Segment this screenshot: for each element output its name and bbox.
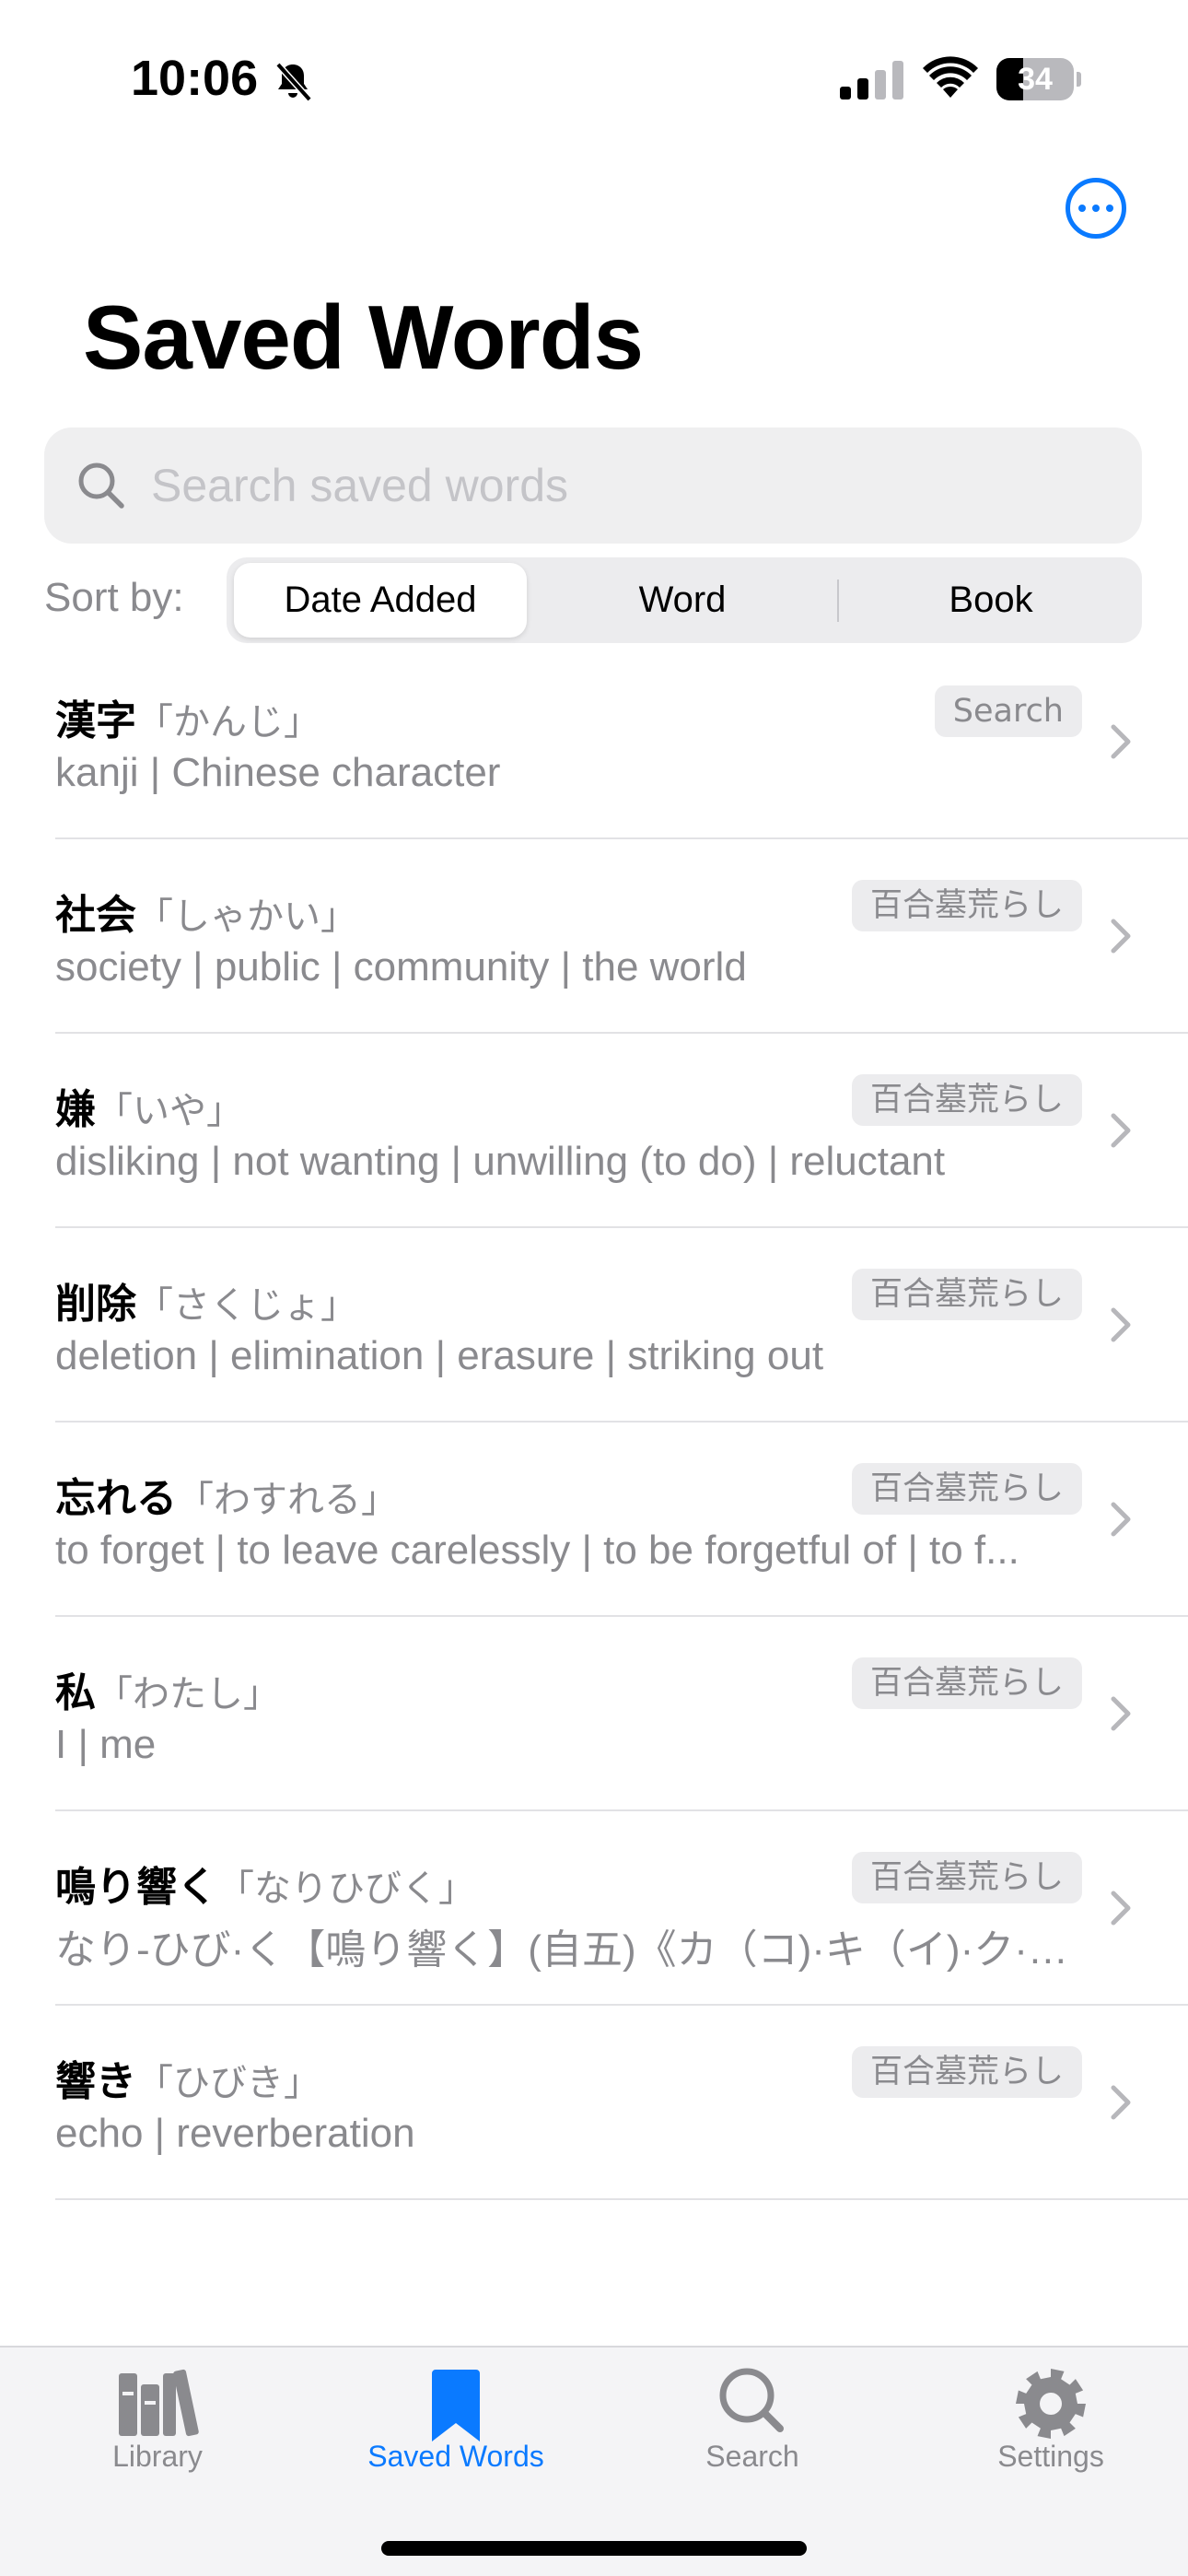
chevron-right-icon [1111,1307,1131,1342]
word-definition: society | public | community | the world [55,944,747,989]
word-heading: 鳴り響く「なりひびく」 [55,1854,475,1913]
chevron-right-icon [1111,1113,1131,1148]
word-reading: 「しゃかい」 [136,896,357,938]
source-badge: 百合墓荒らし [851,880,1082,931]
page-title: Saved Words [83,287,644,388]
word-row[interactable]: 鳴り響く「なりひびく」 百合墓荒らしなり‐ひび·く【鳴り響く】(自五)《カ（コ)·… [0,1811,1188,2006]
word-definition: deletion | elimination | erasure | strik… [55,1333,824,1378]
ellipsis-dot [1092,205,1100,212]
word-kanji: 嫌 [55,1086,96,1133]
chevron-right-icon [1111,919,1131,954]
word-row[interactable]: 削除「さくじょ」 百合墓荒らし deletion | elimination | e… [0,1228,1188,1423]
word-kanji: 社会 [55,892,136,939]
ellipsis-dot [1106,205,1113,212]
word-reading: 「ひびき」 [136,2062,320,2104]
status-time: 10:06 [131,51,259,106]
word-reading: 「さくじょ」 [136,1284,357,1327]
source-badge: 百合墓荒らし [851,1852,1082,1903]
word-kanji: 響き [55,2058,136,2105]
chevron-right-icon [1111,1502,1131,1537]
word-heading: 私「わたし」 [55,1659,280,1718]
chevron-right-icon [1111,724,1131,759]
word-reading: 「わたし」 [96,1673,280,1715]
chevron-right-icon [1111,1891,1131,1926]
word-heading: 漢字「かんじ」 [55,687,320,746]
search-icon [78,463,124,509]
source-badge: 百合墓荒らし [851,1074,1082,1126]
status-bar: 10:06 34 [0,0,1188,157]
word-reading: 「いや」 [96,1090,243,1132]
source-badge: 百合墓荒らし [851,1269,1082,1320]
tab-library[interactable]: Library [9,2348,306,2504]
word-reading: 「かんじ」 [136,701,320,744]
word-row[interactable]: 私「わたし」 百合墓荒らし I | me [0,1617,1188,1811]
source-badge: 百合墓荒らし [851,2046,1082,2098]
word-heading: 響き「ひびき」 [55,2048,320,2107]
sort-option-book[interactable]: Book [840,563,1142,638]
source-badge: 百合墓荒らし [851,1463,1082,1515]
battery-indicator: 34 [996,58,1081,100]
more-options-button[interactable] [1066,178,1126,239]
ellipsis-circle-icon [1078,205,1086,212]
tab-settings[interactable]: Settings [903,2348,1188,2504]
wifi-icon [923,56,978,98]
word-kanji: 忘れる [55,1475,177,1522]
source-badge: 百合墓荒らし [851,1657,1082,1709]
word-heading: 社会「しゃかい」 [55,882,357,941]
battery-level: 34 [1018,62,1053,97]
cellular-signal-icon [840,61,903,100]
source-badge: Search [934,685,1082,737]
tab-search-label: Search [705,2440,799,2473]
word-definition: I | me [55,1722,157,1767]
word-heading: 嫌「いや」 [55,1076,243,1135]
word-kanji: 漢字 [55,697,136,744]
word-definition: echo | reverberation [55,2111,415,2156]
sort-label: Sort by: [44,575,184,620]
word-kanji: 鳴り響く [55,1864,217,1911]
gear-icon [1016,2369,1086,2439]
books-icon [119,2369,199,2437]
tab-saved-words-label: Saved Words [367,2440,544,2473]
word-heading: 忘れる「わすれる」 [55,1465,398,1524]
row-separator [55,2198,1188,2200]
saved-words-list: 漢字「かんじ」 Search kanji | Chinese character 社会… [0,645,1188,2200]
sort-segmented-control: Date Added Word Book [227,557,1142,643]
word-kanji: 私 [55,1669,96,1716]
bookmark-icon [432,2370,480,2441]
search-icon [719,2368,784,2432]
word-row[interactable]: 響き「ひびき」 百合墓荒らし echo | reverberation [0,2006,1188,2200]
word-definition: disliking | not wanting | unwilling (to … [55,1139,946,1184]
word-heading: 削除「さくじょ」 [55,1270,357,1329]
tab-saved-words[interactable]: Saved Words [308,2348,604,2504]
tab-library-label: Library [112,2440,203,2473]
word-definition: to forget | to leave carelessly | to be … [55,1528,1019,1573]
word-row[interactable]: 嫌「いや」 百合墓荒らし disliking | not wanting | unw… [0,1034,1188,1228]
bell-slash-icon [275,62,312,102]
word-reading: 「なりひびく」 [217,1868,475,1910]
tab-settings-label: Settings [997,2440,1104,2473]
word-row[interactable]: 忘れる「わすれる」 百合墓荒らし to forget | to leave care… [0,1423,1188,1617]
chevron-right-icon [1111,2085,1131,2120]
home-indicator [381,2541,807,2556]
word-definition: kanji | Chinese character [55,750,501,795]
segment-divider [837,580,839,622]
search-input[interactable] [151,427,1109,544]
word-row[interactable]: 漢字「かんじ」 Search kanji | Chinese character [0,645,1188,839]
word-definition: なり‐ひび·く【鳴り響く】(自五)《カ（コ)·キ（イ)·ク·ク·ケ·... [55,1927,1079,1973]
word-kanji: 削除 [55,1281,136,1328]
chevron-right-icon [1111,1696,1131,1731]
sort-option-date-added[interactable]: Date Added [234,563,527,638]
sort-option-word[interactable]: Word [530,563,834,638]
tab-search[interactable]: Search [604,2348,901,2504]
saved-words-screen: 10:06 34 Saved Words Search saved words … [0,0,1188,2576]
search-field[interactable] [44,427,1142,544]
word-row[interactable]: 社会「しゃかい」 百合墓荒らし society | public | communi… [0,839,1188,1034]
word-reading: 「わすれる」 [177,1479,398,1521]
